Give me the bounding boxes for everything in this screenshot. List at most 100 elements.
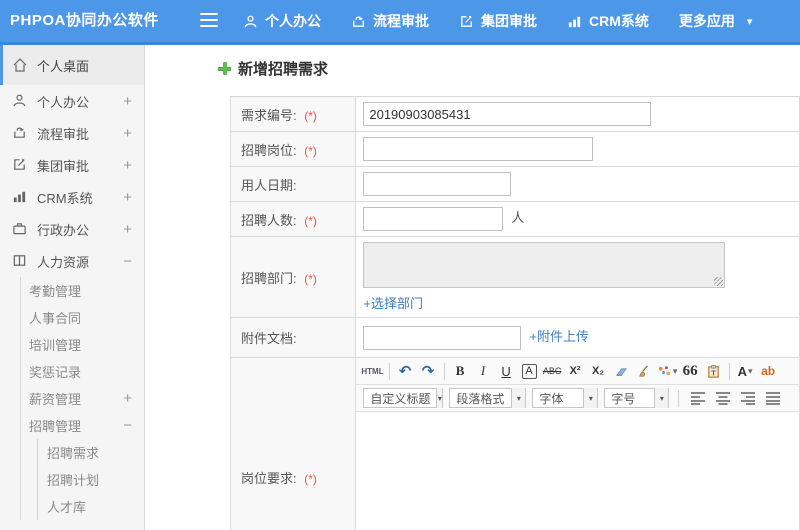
- expand-plus-icon[interactable]: +: [123, 93, 132, 110]
- expand-plus-icon[interactable]: +: [123, 125, 132, 142]
- paste-icon[interactable]: T: [703, 361, 724, 382]
- add-plus-icon: [218, 62, 231, 75]
- edit-icon: [12, 157, 28, 173]
- sidebar-item-workflow-approval[interactable]: 流程审批 +: [0, 117, 144, 149]
- expand-plus-icon[interactable]: +: [123, 189, 132, 206]
- blockquote-button[interactable]: 66: [680, 361, 701, 382]
- align-justify-icon[interactable]: [762, 388, 783, 409]
- home-icon: [12, 57, 28, 73]
- expand-plus-icon[interactable]: +: [123, 221, 132, 238]
- italic-button[interactable]: I: [473, 361, 494, 382]
- custom-title-dropdown[interactable]: 自定义标题 ▾: [363, 388, 444, 408]
- hire-date-input[interactable]: [363, 172, 512, 196]
- underline-button[interactable]: U: [496, 361, 517, 382]
- expand-plus-icon[interactable]: +: [123, 390, 132, 407]
- editor-toolbar-row2: 自定义标题 ▾ 段落格式 ▾ 字体 ▾ 字号 ▾: [356, 385, 799, 412]
- align-right-icon[interactable]: [737, 388, 758, 409]
- required-mark: (*): [304, 213, 317, 228]
- editor-content-area[interactable]: [356, 412, 799, 530]
- font-family-dropdown[interactable]: 字体 ▾: [532, 388, 599, 408]
- sidebar-item-crm-system[interactable]: CRM系统 +: [0, 181, 144, 213]
- form-row-requirements: 岗位要求: (*) HTML ↶ ↷ B I U A ABC X² X₂ ▾ 6…: [229, 357, 800, 530]
- sidebar-subitem-recruit-demand[interactable]: 招聘需求: [38, 439, 144, 466]
- sidebar-subitem-label: 薪资管理: [29, 392, 82, 407]
- select-department-link[interactable]: +选择部门: [363, 296, 423, 311]
- resize-handle-icon[interactable]: [714, 277, 724, 286]
- svg-text:T: T: [711, 368, 716, 377]
- expand-plus-icon[interactable]: +: [123, 157, 132, 174]
- html-source-button[interactable]: HTML: [361, 361, 383, 382]
- sidebar-subitem-hr-contract[interactable]: 人事合同: [21, 304, 144, 331]
- subscript-button[interactable]: X₂: [588, 361, 609, 382]
- font-size-dropdown[interactable]: 字号 ▾: [604, 388, 670, 408]
- sidebar-subitem-salary[interactable]: 薪资管理 +: [21, 385, 144, 412]
- align-center-icon[interactable]: [712, 388, 733, 409]
- headcount-unit: 人: [511, 210, 525, 226]
- person-icon: [12, 93, 28, 109]
- redo-icon[interactable]: ↷: [418, 361, 439, 382]
- sidebar-item-personal-desktop[interactable]: 个人桌面: [0, 45, 144, 85]
- sidebar-item-personal-office[interactable]: 个人办公 +: [0, 85, 144, 117]
- caret-down-icon[interactable]: ▾: [747, 15, 753, 28]
- sidebar-item-human-resources[interactable]: 人力资源 −: [0, 245, 144, 277]
- sidebar-subitem-label: 人事合同: [29, 311, 82, 326]
- nav-label: 更多应用: [678, 13, 735, 29]
- format-painter-icon[interactable]: ▾: [657, 361, 678, 382]
- collapse-minus-icon[interactable]: −: [123, 417, 132, 434]
- eraser-icon[interactable]: [611, 361, 632, 382]
- font-border-button[interactable]: A: [521, 363, 537, 379]
- strikethrough-button[interactable]: ABC: [542, 361, 563, 382]
- sidebar-item-label: 行政办公: [37, 222, 90, 238]
- align-left-icon[interactable]: [687, 388, 708, 409]
- headcount-input[interactable]: [363, 207, 504, 231]
- nav-personal-office[interactable]: 个人办公: [243, 11, 321, 31]
- upload-attachment-link[interactable]: +附件上传: [529, 329, 589, 344]
- bold-button[interactable]: B: [450, 361, 471, 382]
- book-icon: [12, 253, 28, 269]
- nav-group-approval[interactable]: 集团审批: [459, 11, 537, 31]
- caret-down-icon: ▾: [436, 388, 443, 408]
- editor-toolbar-row1: HTML ↶ ↷ B I U A ABC X² X₂ ▾ 66 T A ▾ ab: [356, 358, 799, 385]
- sidebar-subitem-label: 招聘管理: [29, 419, 82, 434]
- hamburger-menu-icon[interactable]: [200, 13, 218, 29]
- sidebar-subitem-recruit-plan[interactable]: 招聘计划: [38, 466, 144, 493]
- nav-crm-system[interactable]: CRM系统: [567, 11, 649, 31]
- sidebar-item-label: 集团审批: [37, 158, 90, 174]
- paragraph-format-dropdown[interactable]: 段落格式 ▾: [449, 388, 527, 408]
- person-icon: [243, 14, 258, 29]
- collapse-minus-icon[interactable]: −: [123, 253, 132, 270]
- sidebar-subitem-attendance[interactable]: 考勤管理: [21, 277, 144, 304]
- position-input[interactable]: [363, 137, 594, 161]
- sidebar-item-group-approval[interactable]: 集团审批 +: [0, 149, 144, 181]
- nav-workflow-approval[interactable]: 流程审批: [351, 11, 429, 31]
- clean-format-broom-icon[interactable]: [634, 361, 655, 382]
- main-content: 新增招聘需求 需求编号: (*) 招聘岗位: (*) 用人日期:: [145, 45, 800, 530]
- undo-icon[interactable]: ↶: [395, 361, 416, 382]
- sidebar-subitem-talent-pool[interactable]: 人才库: [38, 493, 144, 520]
- nav-more-apps[interactable]: 更多应用: [679, 11, 735, 31]
- sidebar-subitem-label: 奖惩记录: [29, 365, 82, 380]
- nav-label: 个人办公: [265, 13, 321, 29]
- recruitment-submenu: 招聘需求 招聘计划 人才库: [37, 439, 144, 520]
- sidebar-subitem-training[interactable]: 培训管理: [21, 331, 144, 358]
- field-label: 岗位要求:: [241, 471, 297, 486]
- briefcase-icon: [12, 221, 28, 237]
- sidebar-subitem-recruitment[interactable]: 招聘管理 −: [21, 412, 144, 439]
- form-row-attachment: 附件文档: +附件上传: [229, 317, 800, 358]
- background-color-button[interactable]: ab: [758, 361, 779, 382]
- form-row-headcount: 招聘人数: (*) 人: [229, 201, 800, 237]
- form-row-department: 招聘部门: (*) +选择部门: [229, 236, 800, 318]
- demand-no-input[interactable]: [363, 102, 652, 126]
- sidebar-subitem-rewards[interactable]: 奖惩记录: [21, 358, 144, 385]
- department-textarea[interactable]: [363, 242, 726, 288]
- superscript-button[interactable]: X²: [565, 361, 586, 382]
- attachment-input[interactable]: [363, 325, 522, 350]
- rich-text-editor: HTML ↶ ↷ B I U A ABC X² X₂ ▾ 66 T A ▾ ab…: [355, 357, 800, 530]
- field-label: 附件文档:: [241, 331, 297, 346]
- nav-label: 流程审批: [373, 13, 429, 29]
- sidebar-item-admin-office[interactable]: 行政办公 +: [0, 213, 144, 245]
- page-header: 新增招聘需求: [218, 58, 328, 79]
- font-color-button[interactable]: A ▾: [735, 361, 756, 382]
- sidebar-item-label: 流程审批: [37, 126, 90, 142]
- hr-submenu: 考勤管理 人事合同 培训管理 奖惩记录 薪资管理 + 招聘管理 − 招聘需求 招…: [20, 277, 144, 520]
